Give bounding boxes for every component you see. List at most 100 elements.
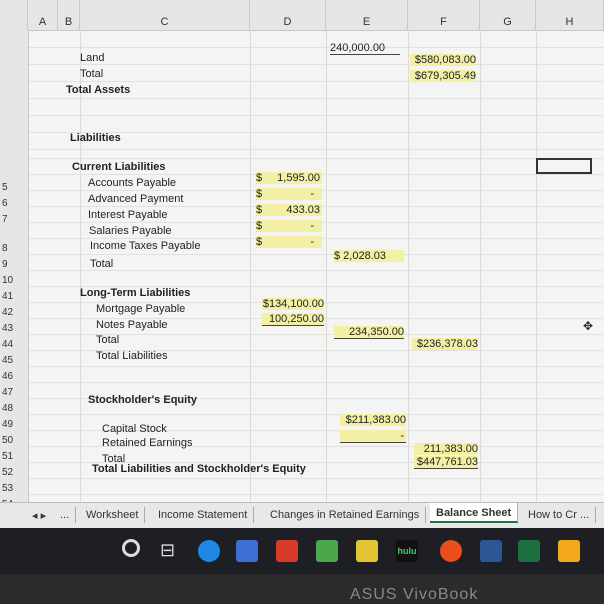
cell-notes-payable[interactable]: Notes Payable bbox=[96, 319, 168, 331]
column-header-b[interactable]: B bbox=[58, 0, 80, 30]
chrome-icon[interactable] bbox=[440, 540, 462, 562]
row-number[interactable]: 47 bbox=[0, 387, 28, 398]
gift-icon[interactable] bbox=[276, 540, 298, 562]
cell-mortgage-value[interactable]: $134,100.00 bbox=[262, 298, 324, 310]
cell-total[interactable]: Total bbox=[80, 68, 103, 80]
cell-se-total-value[interactable]: 211,383.00 bbox=[414, 443, 478, 455]
hulu-icon[interactable]: hulu bbox=[396, 540, 418, 562]
cell-re-value[interactable]: - bbox=[340, 430, 406, 443]
tab-more[interactable]: ... bbox=[54, 507, 77, 523]
word-icon[interactable] bbox=[480, 540, 502, 562]
row-number[interactable]: 53 bbox=[0, 483, 28, 494]
cell-sp[interactable]: $ - bbox=[256, 220, 322, 232]
column-header-h[interactable]: H bbox=[536, 0, 604, 30]
tab-changes-retained-earnings[interactable]: Changes in Retained Earnings bbox=[264, 507, 427, 523]
cell-retained-earnings[interactable]: Retained Earnings bbox=[102, 437, 193, 449]
cell-total-liabilities-value[interactable]: $236,378.03 bbox=[412, 338, 478, 350]
cell-cl-total[interactable]: Total bbox=[90, 258, 113, 270]
value: 433.03 bbox=[286, 204, 320, 216]
column-header-f[interactable]: F bbox=[408, 0, 480, 30]
cell-salaries-payable[interactable]: Salaries Payable bbox=[89, 225, 172, 237]
row-number[interactable]: 48 bbox=[0, 403, 28, 414]
row-number[interactable]: 52 bbox=[0, 467, 28, 478]
cell-lt-total-value[interactable]: 234,350.00 bbox=[334, 326, 404, 339]
currency-symbol: $ bbox=[256, 204, 263, 216]
app-icon[interactable] bbox=[316, 540, 338, 562]
cell-current-liabilities[interactable]: Current Liabilities bbox=[72, 161, 166, 173]
cell-total-le[interactable]: Total Liabilities and Stockholder's Equi… bbox=[92, 463, 306, 475]
row-number[interactable]: 43 bbox=[0, 323, 28, 334]
tab-how-to[interactable]: How to Cr ... bbox=[522, 507, 597, 523]
row-number[interactable]: 7 bbox=[0, 214, 28, 225]
cell-ip[interactable]: $433.03 bbox=[256, 204, 322, 216]
row-number[interactable]: 6 bbox=[0, 198, 28, 209]
excel-icon[interactable] bbox=[518, 540, 540, 562]
cell-cl-total-value[interactable]: $ 2,028.03 bbox=[334, 250, 404, 262]
selected-cell[interactable] bbox=[536, 158, 592, 174]
currency-symbol: $ bbox=[256, 172, 263, 184]
cell-capital-stock[interactable]: Capital Stock bbox=[102, 423, 167, 435]
edge-icon[interactable] bbox=[198, 540, 220, 562]
cell-liabilities[interactable]: Liabilities bbox=[70, 132, 121, 144]
cell-land[interactable]: Land bbox=[80, 52, 104, 64]
sheet-tabs: ◂ ▸ ... Worksheet Income Statement Chang… bbox=[0, 502, 604, 528]
cell-total-le-value[interactable]: $447,761.03 bbox=[414, 456, 478, 469]
tab-balance-sheet[interactable]: Balance Sheet bbox=[430, 503, 519, 523]
row-number[interactable]: 50 bbox=[0, 435, 28, 446]
row-number[interactable]: 8 bbox=[0, 243, 28, 254]
row-number[interactable]: 41 bbox=[0, 291, 28, 302]
cell-stockholders-equity[interactable]: Stockholder's Equity bbox=[88, 394, 197, 406]
row-number[interactable]: 5 bbox=[0, 182, 28, 193]
cell-capital-stock-value[interactable]: $211,383.00 bbox=[340, 414, 406, 426]
cortana-icon[interactable] bbox=[122, 539, 140, 557]
column-header-a[interactable]: A bbox=[28, 0, 58, 30]
column-header-bar: A B C D E F G H bbox=[0, 0, 604, 31]
tab-income-statement[interactable]: Income Statement bbox=[152, 507, 255, 523]
row-number[interactable]: 44 bbox=[0, 339, 28, 350]
task-view-icon[interactable]: ⊟ bbox=[160, 540, 182, 562]
currency-symbol: $ bbox=[256, 188, 263, 200]
laptop-bezel: ASUS VivoBook bbox=[0, 574, 604, 604]
cell-itp[interactable]: $ - bbox=[256, 236, 322, 248]
cell-mortgage-payable[interactable]: Mortgage Payable bbox=[96, 303, 185, 315]
folder-icon[interactable] bbox=[356, 540, 378, 562]
spreadsheet: A B C D E F G H 5 6 7 8 9 10 41 42 43 44… bbox=[0, 0, 604, 528]
cell-land-value[interactable]: 240,000.00 bbox=[330, 42, 400, 55]
select-all-corner[interactable] bbox=[0, 0, 28, 30]
app-2-icon[interactable] bbox=[558, 540, 580, 562]
taskbar: ⊟ hulu bbox=[0, 528, 604, 574]
column-header-d[interactable]: D bbox=[250, 0, 326, 30]
brand-logo: ASUS VivoBook bbox=[350, 586, 479, 603]
tab-prev-icon[interactable]: ◂ ▸ bbox=[26, 507, 52, 524]
row-number[interactable]: 49 bbox=[0, 419, 28, 430]
cell-income-taxes-payable[interactable]: Income Taxes Payable bbox=[90, 240, 200, 252]
row-number[interactable]: 46 bbox=[0, 371, 28, 382]
store-icon[interactable] bbox=[236, 540, 258, 562]
cell-long-term-liabilities[interactable]: Long-Term Liabilities bbox=[80, 287, 190, 299]
row-header-bar: 5 6 7 8 9 10 41 42 43 44 45 46 47 48 49 … bbox=[0, 30, 29, 516]
cursor-move-icon: ✥ bbox=[583, 319, 594, 333]
column-header-e[interactable]: E bbox=[326, 0, 408, 30]
column-header-g[interactable]: G bbox=[480, 0, 536, 30]
row-number[interactable]: 9 bbox=[0, 259, 28, 270]
row-number[interactable]: 51 bbox=[0, 451, 28, 462]
cell-accounts-payable[interactable]: Accounts Payable bbox=[88, 177, 176, 189]
row-number[interactable]: 45 bbox=[0, 355, 28, 366]
cell-notes-value[interactable]: 100,250.00 bbox=[262, 313, 324, 326]
tab-worksheet[interactable]: Worksheet bbox=[80, 507, 146, 523]
value: 1,595.00 bbox=[277, 172, 320, 184]
cell-total-f[interactable]: $679,305.49 bbox=[410, 70, 476, 82]
cell-adv[interactable]: $ - bbox=[256, 188, 322, 200]
cell-interest-payable[interactable]: Interest Payable bbox=[88, 209, 168, 221]
cell-land-f[interactable]: $580,083.00 bbox=[410, 54, 476, 66]
row-number[interactable]: 42 bbox=[0, 307, 28, 318]
currency-symbol: $ bbox=[256, 236, 263, 248]
column-header-c[interactable]: C bbox=[80, 0, 250, 30]
value: - bbox=[310, 188, 314, 200]
row-number[interactable]: 10 bbox=[0, 275, 28, 286]
cell-total-assets[interactable]: Total Assets bbox=[66, 84, 130, 96]
cell-advanced-payment[interactable]: Advanced Payment bbox=[88, 193, 183, 205]
cell-lt-total[interactable]: Total bbox=[96, 334, 119, 346]
cell-total-liabilities[interactable]: Total Liabilities bbox=[96, 350, 168, 362]
cell-ap[interactable]: $1,595.00 bbox=[256, 172, 322, 184]
